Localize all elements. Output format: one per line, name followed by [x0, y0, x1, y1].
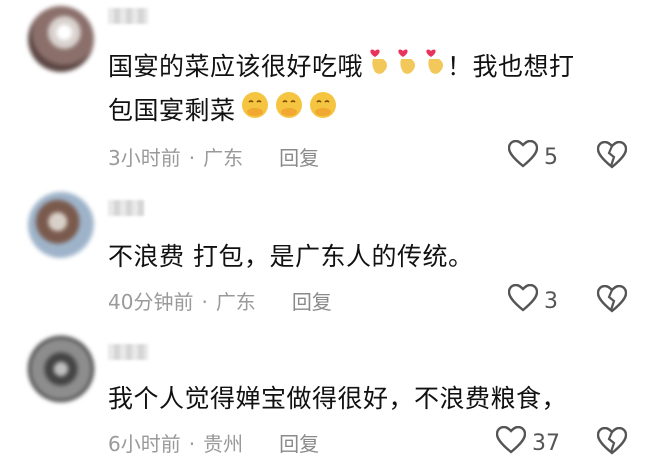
heart-outline-icon [507, 139, 539, 174]
comment-item: 我个人觉得婵宝做得很好，不浪费粮食， 6小时前 · 贵州 回复 37 [0, 336, 660, 472]
comment-time: 3小时前 [108, 146, 181, 170]
username[interactable] [108, 344, 148, 360]
emoji-finger-heart-icon [395, 47, 419, 90]
emoji-hand-over-mouth-icon [240, 90, 270, 133]
comment-text: 不浪费 打包，是广东人的传统。 [108, 242, 474, 271]
emoji-hand-over-mouth-icon [274, 90, 304, 133]
meta-separator: · [188, 146, 196, 170]
broken-heart-icon [596, 140, 628, 173]
dislike-button[interactable] [596, 284, 628, 317]
like-button[interactable]: 37 [495, 425, 560, 460]
comment-meta: 6小时前 · 贵州 回复 [108, 428, 319, 457]
emoji-finger-heart-icon [423, 47, 447, 90]
comment-meta: 3小时前 · 广东 回复 [108, 142, 319, 171]
comment-item: 国宴的菜应该很好吃哦 ！我也想打 包国宴剩菜 3小时前 · 广东 回复 5 [0, 0, 660, 180]
emoji-hand-over-mouth-icon [308, 90, 338, 133]
comment-location: 贵州 [203, 432, 244, 456]
username[interactable] [108, 8, 148, 24]
reply-button[interactable]: 回复 [292, 290, 332, 314]
comment-time: 40分钟前 [108, 290, 194, 314]
avatar[interactable] [28, 6, 94, 72]
reply-button[interactable]: 回复 [279, 432, 319, 456]
meta-separator: · [201, 290, 208, 314]
avatar[interactable] [28, 336, 94, 402]
like-button[interactable]: 3 [507, 283, 558, 318]
dislike-button[interactable] [596, 426, 628, 459]
emoji-finger-heart-icon [367, 47, 391, 90]
like-count: 3 [544, 288, 558, 314]
username[interactable] [108, 200, 144, 216]
heart-outline-icon [495, 425, 527, 460]
comment-location: 广东 [215, 290, 256, 314]
comment-text-line: 包国宴剩菜 [108, 95, 236, 125]
like-button[interactable]: 5 [507, 139, 558, 174]
meta-separator: · [188, 432, 196, 456]
dislike-button[interactable] [596, 140, 628, 173]
broken-heart-icon [596, 426, 628, 459]
comment-text: 国宴的菜应该很好吃哦 ！我也想打 包国宴剩菜 [108, 46, 575, 133]
like-count: 5 [544, 144, 558, 170]
comment-location: 广东 [203, 146, 244, 170]
avatar[interactable] [28, 192, 94, 258]
heart-outline-icon [507, 283, 539, 318]
like-count: 37 [532, 430, 560, 456]
broken-heart-icon [596, 284, 628, 317]
comment-text: 我个人觉得婵宝做得很好，不浪费粮食， [108, 384, 568, 413]
comment-item: 不浪费 打包，是广东人的传统。 40分钟前 · 广东 回复 3 [0, 192, 660, 332]
comment-time: 6小时前 [108, 432, 181, 456]
comment-text-line: 国宴的菜应该很好吃哦 [108, 52, 364, 81]
reply-button[interactable]: 回复 [279, 146, 319, 170]
comment-text-line: ！我也想打 [447, 52, 575, 81]
comment-meta: 40分钟前 · 广东 回复 [108, 286, 332, 315]
